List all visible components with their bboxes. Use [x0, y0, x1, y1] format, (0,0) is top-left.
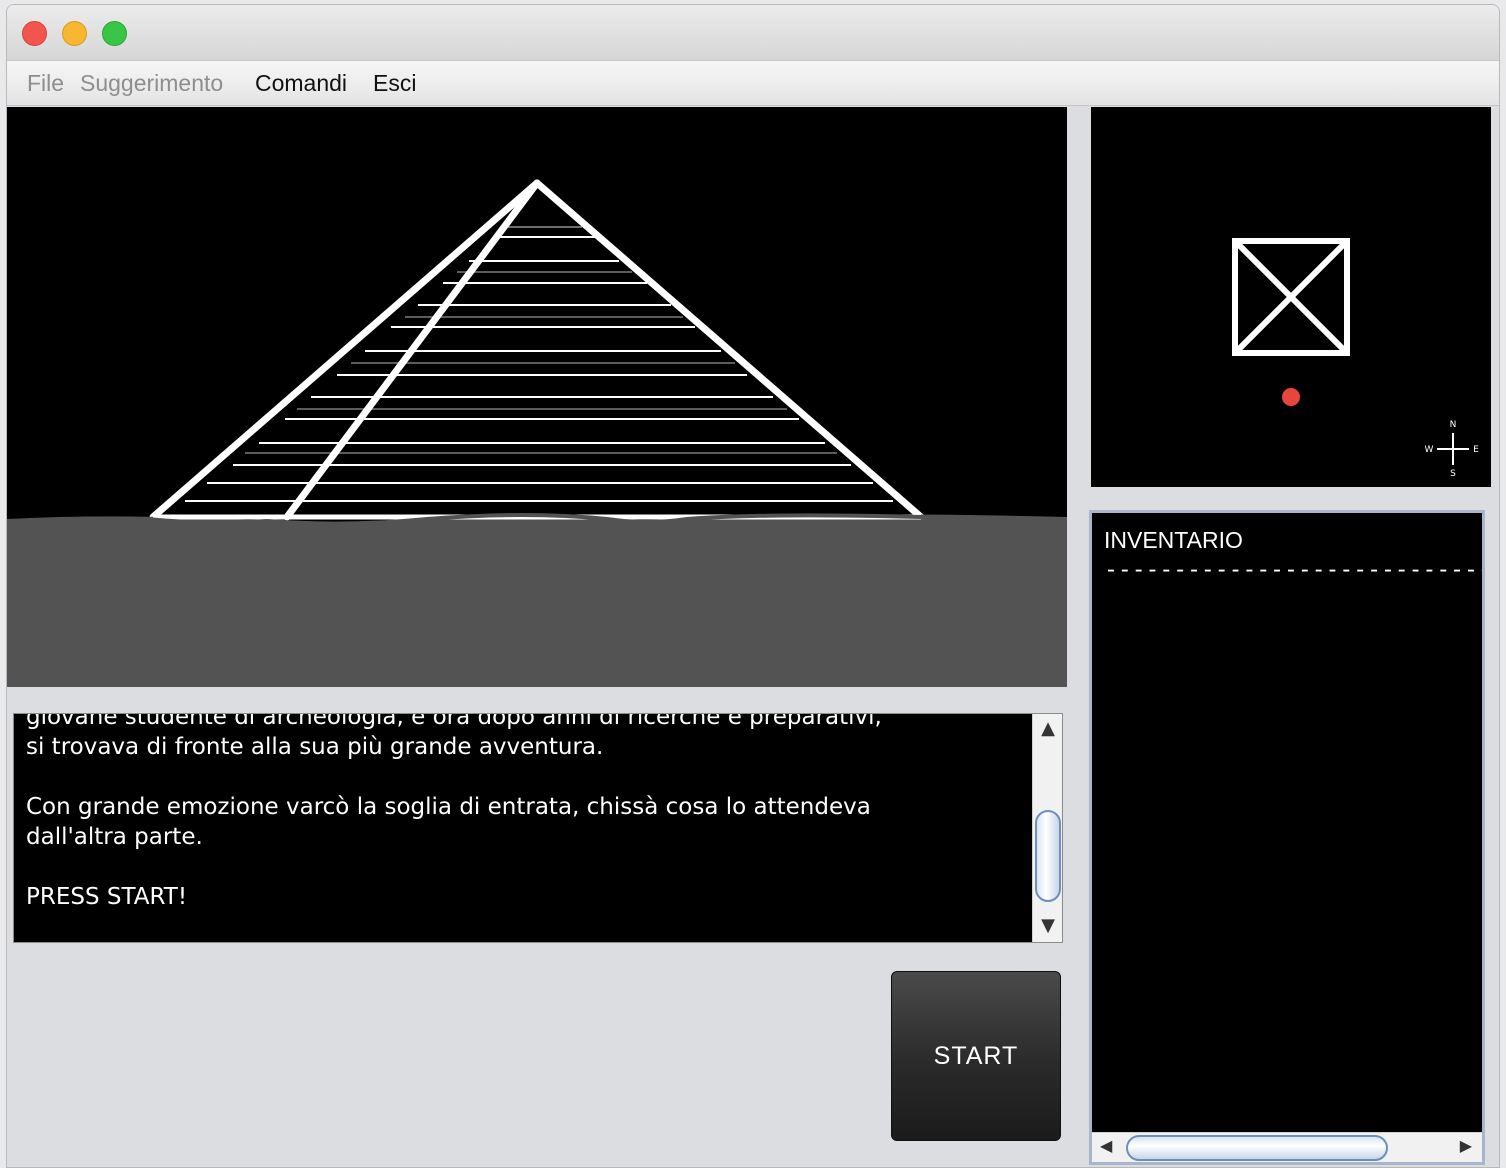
- player-dot-icon: [1282, 388, 1300, 406]
- inventory-scrollbar[interactable]: ◀ ▶: [1092, 1132, 1482, 1162]
- menu-comandi[interactable]: Comandi: [255, 70, 347, 97]
- start-button[interactable]: START: [891, 971, 1061, 1141]
- menu-esci[interactable]: Esci: [373, 70, 416, 97]
- pyramid-icon: [7, 107, 1067, 687]
- close-icon[interactable]: [22, 21, 47, 46]
- scene-view: [7, 107, 1067, 687]
- scroll-right-arrow-icon[interactable]: ▶: [1460, 1136, 1472, 1155]
- story-scroll-thumb[interactable]: [1035, 810, 1061, 902]
- inventory-title: INVENTARIO: [1104, 527, 1243, 553]
- scroll-left-arrow-icon[interactable]: ◀: [1100, 1136, 1112, 1155]
- scroll-up-arrow-icon[interactable]: ▲: [1033, 718, 1062, 739]
- minimize-icon[interactable]: [62, 21, 87, 46]
- scroll-down-arrow-icon[interactable]: ▼: [1033, 915, 1062, 936]
- inventory-scroll-thumb[interactable]: [1126, 1135, 1388, 1161]
- compass-w: W: [1425, 445, 1434, 455]
- game-window: File Suggerimento Comandi Esci N S W E g…: [6, 4, 1500, 1168]
- compass-icon: N S W E: [1425, 420, 1480, 479]
- menu-suggerimento[interactable]: Suggerimento: [80, 70, 223, 97]
- compass-n: N: [1450, 420, 1457, 430]
- maximize-icon[interactable]: [102, 21, 127, 46]
- menu-file[interactable]: File: [27, 70, 64, 97]
- inventory-separator: ----------------------------: [1104, 557, 1485, 583]
- compass-e: E: [1473, 445, 1479, 455]
- story-text: giovane studente di archeologia, e ora d…: [26, 713, 882, 910]
- room-box-icon: [1232, 238, 1350, 356]
- inventory-panel: INVENTARIO ---------------------------- …: [1089, 510, 1485, 1165]
- story-text-area[interactable]: giovane studente di archeologia, e ora d…: [13, 713, 1063, 943]
- title-bar[interactable]: [7, 5, 1499, 61]
- minimap: N S W E: [1091, 107, 1491, 487]
- story-scrollbar[interactable]: ▲ ▼: [1032, 714, 1062, 942]
- menu-bar: File Suggerimento Comandi Esci: [7, 61, 1499, 106]
- compass-s: S: [1450, 469, 1456, 479]
